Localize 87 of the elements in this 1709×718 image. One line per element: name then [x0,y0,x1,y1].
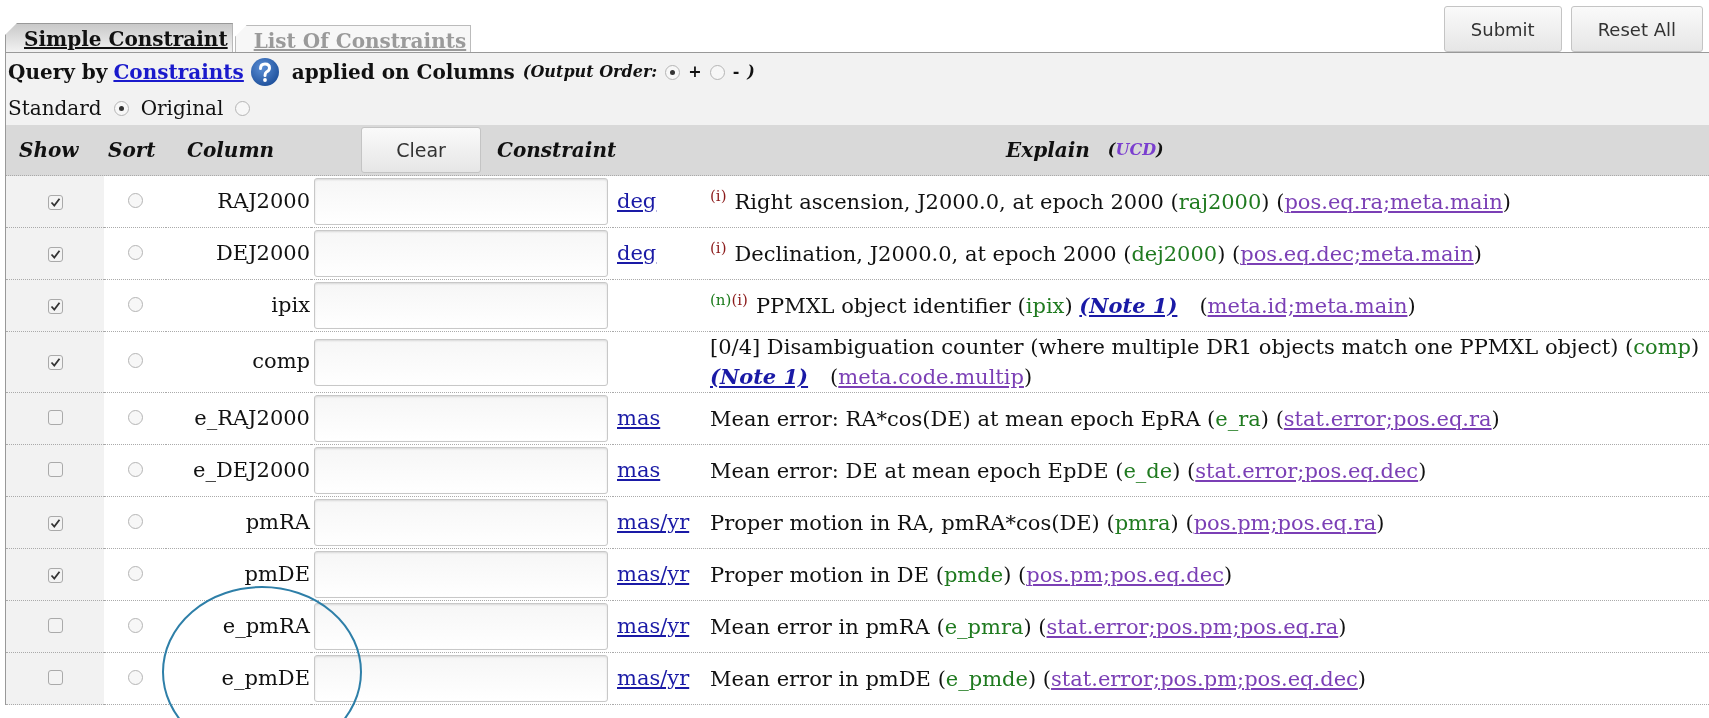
column-header: Sort [108,137,157,164]
column-header: Column [187,137,276,164]
constraint-field[interactable] [314,282,608,329]
radio-button[interactable] [127,513,143,529]
explanation-text: [0/4] Disambiguation counter (where multiple DR1 objects match one PPMXL object) (comp) (Note 1) (meta.code.multip) [710,335,1700,389]
radio-button[interactable] [127,565,143,581]
column-header: Constraint [497,137,618,164]
note-link[interactable]: (Note 1) [1079,292,1178,318]
output-order-label: ) [747,61,755,83]
query-label: applied on Columns [291,59,515,86]
ucd-link[interactable]: stat.error;pos.eq.ra [1283,406,1492,431]
column-name: ipix [271,292,310,317]
constraint-field[interactable] [314,655,608,702]
constraint-field[interactable] [314,230,608,277]
constraints-link[interactable]: Constraints [113,57,250,87]
radio-button[interactable] [113,100,129,116]
constraint-field[interactable] [314,551,608,598]
explanation-text: Mean error in pmDE (e_pmde) (stat.error;pos.pm;pos.eq.dec) [710,666,1367,691]
column-name: RAJ2000 [217,188,310,213]
column-header: Show [19,137,80,164]
column-header: Explain [1006,137,1090,164]
column-name: pmRA [245,509,310,534]
help-icon[interactable] [249,57,280,87]
tab[interactable]: Simple Constraint [5,23,233,52]
radio-button[interactable] [665,64,681,80]
output-order-label: (Output Order: [522,61,658,83]
constraint-field[interactable] [314,499,608,546]
unit-mode-label: Standard [8,95,102,122]
checkbox[interactable] [47,461,63,477]
query-label: Query by [8,59,108,86]
ucd-link[interactable]: pos.pm;pos.eq.ra [1193,510,1377,535]
unit-mode-label: Original [140,95,224,122]
checkbox[interactable] [47,246,63,262]
explanation-text: Proper motion in RA, pmRA*cos(DE) (pmra) (pos.pm;pos.eq.ra) [710,510,1385,535]
constraint-field[interactable] [314,178,608,225]
checkbox[interactable] [47,194,63,210]
radio-button[interactable] [127,353,143,369]
radio-button[interactable] [235,100,251,116]
column-name: e_DEJ2000 [193,457,310,482]
order-option-label: + [688,61,702,83]
explanation-text: $^{(i)}$ Right ascension, J2000.0, at epoch 2000 (raj2000) (pos.eq.ra;meta.main) [710,189,1511,214]
checkbox[interactable] [47,567,63,583]
checkbox[interactable] [47,355,63,371]
constraint-field[interactable] [314,447,608,494]
radio-button[interactable] [127,244,143,260]
submit-button[interactable]: Submit [1443,6,1562,52]
column-name: e_pmRA [222,613,310,638]
column-name: comp [252,349,310,374]
ucd-link[interactable]: stat.error;pos.pm;pos.eq.ra [1046,614,1339,639]
ucd-header: (UCD) [1107,139,1164,161]
checkbox[interactable] [47,515,63,531]
unit-link[interactable]: deg [617,240,657,265]
column-name: e_RAJ2000 [194,405,310,430]
column-name: e_pmDE [221,665,310,690]
constraint-field[interactable] [314,603,608,650]
checkbox[interactable] [47,298,63,314]
ucd-link[interactable]: stat.error;pos.eq.dec [1195,458,1419,483]
explanation-text: Mean error in pmRA (e_pmra) (stat.error;pos.pm;pos.eq.ra) [710,614,1347,639]
clear-button[interactable]: Clear [361,127,481,173]
radio-button[interactable] [127,192,143,208]
ucd-link[interactable]: stat.error;pos.pm;pos.eq.dec [1051,666,1358,691]
radio-button[interactable] [127,409,143,425]
column-name: pmDE [244,561,310,586]
checkbox[interactable] [47,409,63,425]
order-option-label: - [732,61,740,83]
radio-button[interactable] [127,669,143,685]
ucd-link[interactable]: pos.pm;pos.eq.dec [1026,562,1224,587]
radio-button[interactable] [127,617,143,633]
explanation-text: Mean error: DE at mean epoch EpDE (e_de) (stat.error;pos.eq.dec) [710,458,1427,483]
explanation-text: Proper motion in DE (pmde) (pos.pm;pos.eq.dec) [710,562,1233,587]
column-name: DEJ2000 [215,240,310,265]
radio-button[interactable] [709,64,725,80]
ucd-link[interactable]: pos.eq.ra;meta.main [1284,189,1503,214]
constraint-field[interactable] [314,395,608,442]
reset-button[interactable]: Reset All [1570,6,1703,52]
checkbox[interactable] [47,617,63,633]
explanation-text: Mean error: RA*cos(DE) at mean epoch EpRA (e_ra) (stat.error;pos.eq.ra) [710,406,1500,431]
constraint-field[interactable] [314,338,608,386]
radio-button[interactable] [127,296,143,312]
radio-button[interactable] [127,461,143,477]
ucd-link[interactable]: meta.code.multip [838,365,1024,389]
checkbox[interactable] [47,669,63,685]
explanation-text: $^{(i)}$ Declination, J2000.0, at epoch 2000 (dej2000) (pos.eq.dec;meta.main) [710,241,1482,266]
note-link[interactable]: (Note 1) [710,364,809,389]
ucd-link[interactable]: pos.eq.dec;meta.main [1240,241,1474,266]
ucd-link[interactable]: meta.id;meta.main [1207,293,1408,318]
unit-link[interactable]: deg [617,188,657,213]
